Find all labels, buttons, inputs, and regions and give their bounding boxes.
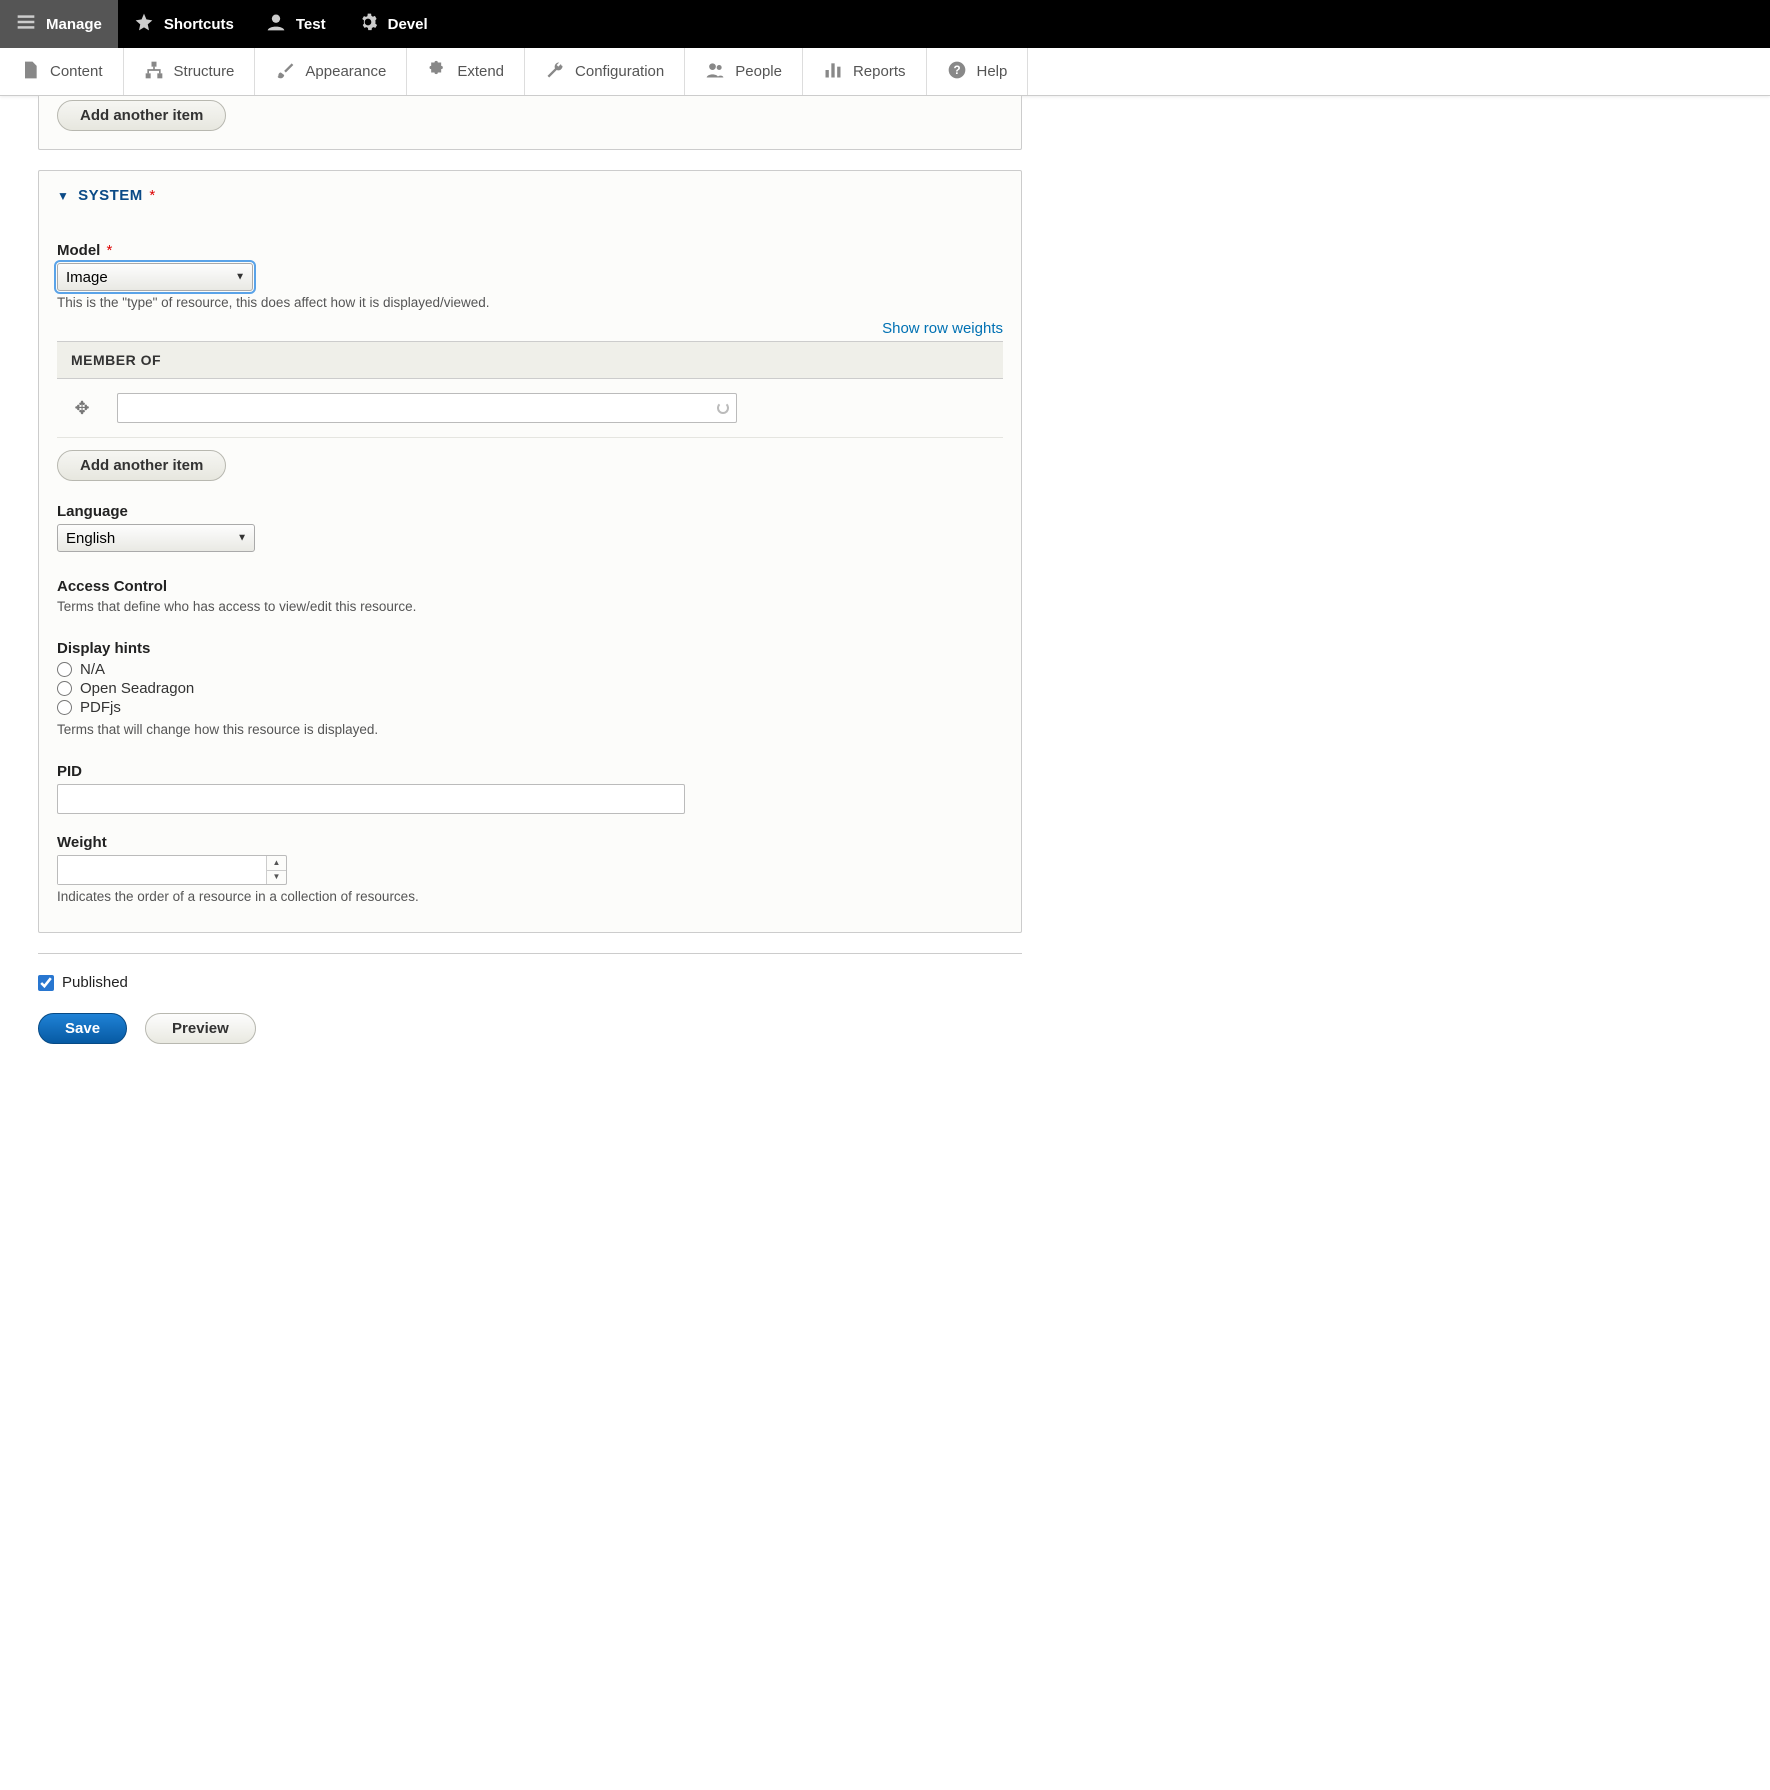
- autocomplete-throbber-icon: [717, 402, 729, 414]
- display-hints-option-pdfjs-label: PDFjs: [80, 699, 121, 716]
- display-hints-option-na-label: N/A: [80, 661, 105, 678]
- display-hints-option-seadragon-label: Open Seadragon: [80, 680, 194, 697]
- toolbar-shortcuts-label: Shortcuts: [164, 16, 234, 33]
- display-hints-description: Terms that will change how this resource…: [57, 722, 1003, 737]
- member-of-row: ✥: [57, 379, 1003, 438]
- nav-extend-label: Extend: [457, 63, 504, 80]
- caret-down-icon: ▼: [57, 189, 69, 203]
- panel-previous: Add another item: [38, 96, 1022, 150]
- nav-reports[interactable]: Reports: [803, 48, 927, 95]
- system-summary[interactable]: ▼ SYSTEM *: [39, 171, 1021, 208]
- chevron-down-icon[interactable]: ▼: [267, 871, 286, 885]
- toolbar-user-label: Test: [296, 16, 326, 33]
- nav-content-label: Content: [50, 63, 103, 80]
- required-marker: *: [149, 187, 155, 204]
- help-icon: ?: [947, 60, 967, 84]
- toolbar-devel[interactable]: Devel: [342, 0, 444, 48]
- nav-appearance[interactable]: Appearance: [255, 48, 407, 95]
- model-description: This is the "type" of resource, this doe…: [57, 295, 1003, 310]
- nav-help[interactable]: ? Help: [927, 48, 1029, 95]
- hamburger-icon: [16, 12, 36, 36]
- wrench-icon: [545, 60, 565, 84]
- nav-people[interactable]: People: [685, 48, 803, 95]
- toolbar-top: Manage Shortcuts Test Devel: [0, 0, 1770, 48]
- published-checkbox[interactable]: [38, 975, 54, 991]
- people-icon: [705, 60, 725, 84]
- nav-content[interactable]: Content: [0, 48, 124, 95]
- display-hints-label: Display hints: [57, 640, 1003, 657]
- model-label: Model *: [57, 242, 1003, 259]
- star-icon: [134, 12, 154, 36]
- weight-stepper[interactable]: ▲ ▼: [57, 855, 287, 885]
- nav-structure[interactable]: Structure: [124, 48, 256, 95]
- system-panel: ▼ SYSTEM * Model * Image This is: [38, 170, 1022, 933]
- nav-extend[interactable]: Extend: [407, 48, 525, 95]
- system-details: ▼ SYSTEM * Model * Image This is: [39, 171, 1021, 932]
- toolbar-manage-label: Manage: [46, 16, 102, 33]
- language-label: Language: [57, 503, 1003, 520]
- nav-configuration[interactable]: Configuration: [525, 48, 685, 95]
- add-another-item-button-2[interactable]: Add another item: [57, 450, 226, 481]
- nav-help-label: Help: [977, 63, 1008, 80]
- nav-configuration-label: Configuration: [575, 63, 664, 80]
- weight-label: Weight: [57, 834, 1003, 851]
- toolbar-user[interactable]: Test: [250, 0, 342, 48]
- display-hints-option-pdfjs[interactable]: [57, 700, 72, 715]
- toolbar-sub: Content Structure Appearance Extend Conf…: [0, 48, 1770, 96]
- system-title: SYSTEM: [78, 187, 143, 204]
- model-select[interactable]: Image: [57, 263, 253, 291]
- brush-icon: [275, 60, 295, 84]
- toolbar-shortcuts[interactable]: Shortcuts: [118, 0, 250, 48]
- nav-structure-label: Structure: [174, 63, 235, 80]
- required-marker: *: [107, 242, 113, 259]
- divider: [38, 953, 1022, 954]
- drag-handle-icon[interactable]: ✥: [67, 398, 97, 419]
- weight-stepper-buttons[interactable]: ▲ ▼: [266, 856, 286, 884]
- member-of-input[interactable]: [117, 393, 737, 423]
- display-hints-option-seadragon[interactable]: [57, 681, 72, 696]
- pid-input[interactable]: [57, 784, 685, 814]
- gear-icon: [358, 12, 378, 36]
- svg-text:?: ?: [953, 64, 960, 77]
- user-icon: [266, 12, 286, 36]
- chevron-up-icon[interactable]: ▲: [267, 856, 286, 871]
- nav-reports-label: Reports: [853, 63, 906, 80]
- hierarchy-icon: [144, 60, 164, 84]
- published-label: Published: [62, 974, 128, 991]
- bars-icon: [823, 60, 843, 84]
- add-another-item-button-1[interactable]: Add another item: [57, 100, 226, 131]
- preview-button[interactable]: Preview: [145, 1013, 256, 1044]
- nav-people-label: People: [735, 63, 782, 80]
- language-select[interactable]: English: [57, 524, 255, 552]
- show-row-weights-link[interactable]: Show row weights: [882, 320, 1003, 337]
- access-control-description: Terms that define who has access to view…: [57, 599, 1003, 614]
- member-of-header: MEMBER OF: [57, 341, 1003, 379]
- toolbar-devel-label: Devel: [388, 16, 428, 33]
- page-icon: [20, 60, 40, 84]
- pid-label: PID: [57, 763, 1003, 780]
- access-control-label: Access Control: [57, 578, 1003, 595]
- save-button[interactable]: Save: [38, 1013, 127, 1044]
- toolbar-manage[interactable]: Manage: [0, 0, 118, 48]
- weight-input[interactable]: [58, 856, 266, 884]
- display-hints-option-na[interactable]: [57, 662, 72, 677]
- puzzle-icon: [427, 60, 447, 84]
- weight-description: Indicates the order of a resource in a c…: [57, 889, 1003, 904]
- nav-appearance-label: Appearance: [305, 63, 386, 80]
